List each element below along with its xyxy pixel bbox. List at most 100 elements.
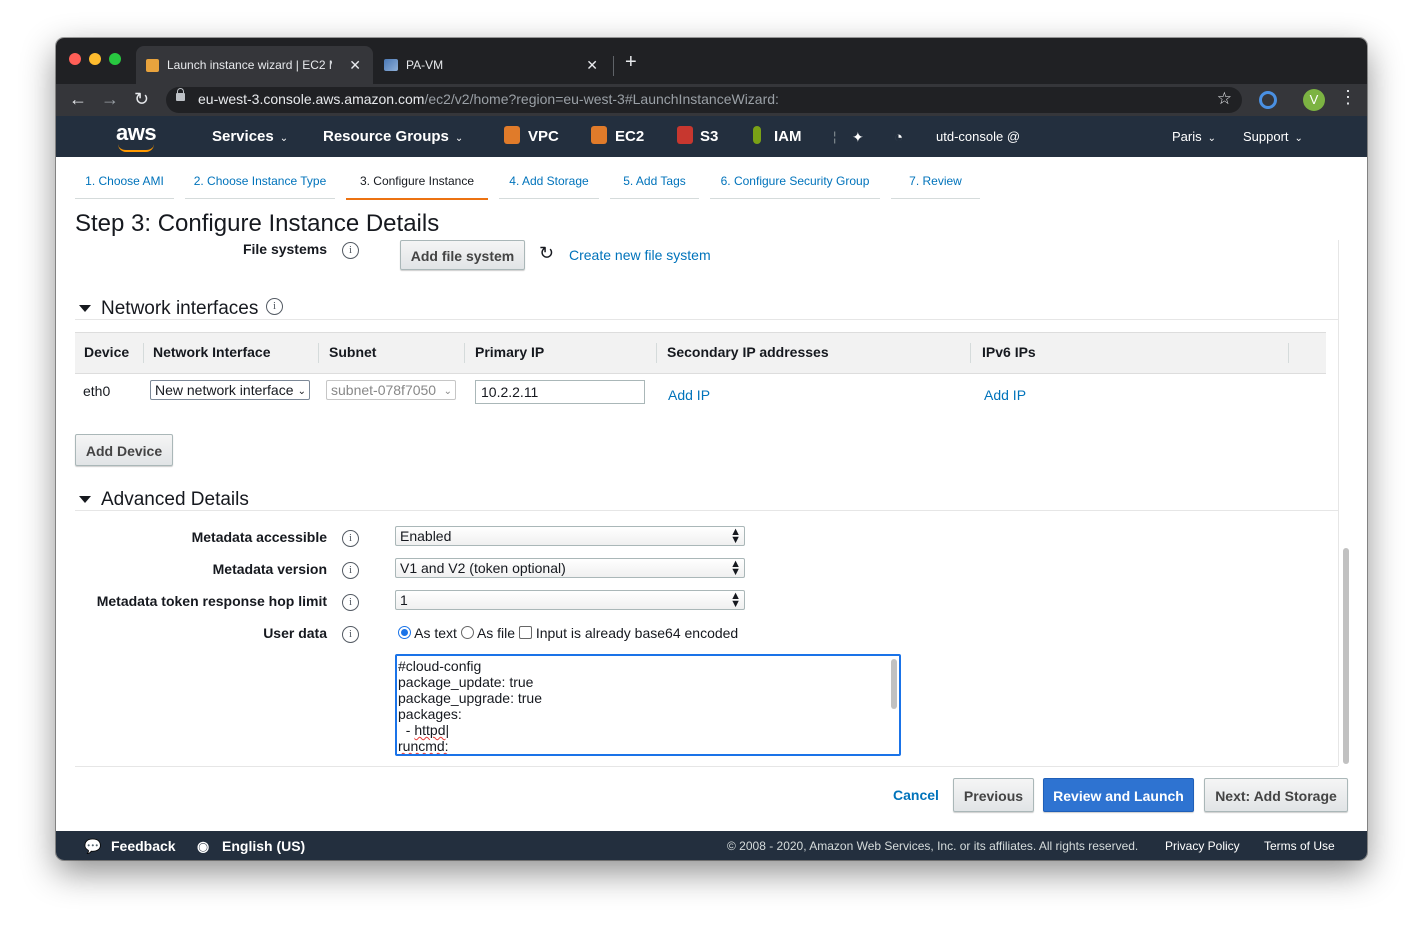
as-text-radio[interactable] bbox=[398, 626, 411, 639]
step-configure-security-group[interactable]: 6. Configure Security Group bbox=[710, 165, 880, 199]
region-menu[interactable]: Paris ⌄ bbox=[1172, 129, 1216, 144]
pin-icon[interactable]: ✦ bbox=[852, 129, 864, 146]
caret-down-icon bbox=[79, 496, 91, 504]
services-menu[interactable]: Services ⌄ bbox=[212, 128, 288, 145]
info-icon[interactable]: i bbox=[342, 562, 359, 579]
aws-logo[interactable]: aws bbox=[116, 120, 157, 146]
profile-avatar[interactable]: V bbox=[1303, 89, 1325, 111]
aws-top-nav: aws Services ⌄ Resource Groups ⌄ VPC EC2 S… bbox=[56, 116, 1367, 157]
support-menu[interactable]: Support ⌄ bbox=[1243, 129, 1303, 144]
account-menu[interactable]: utd-console @ bbox=[936, 129, 1020, 144]
zoom-window-button[interactable] bbox=[109, 53, 121, 65]
forward-arrow-icon[interactable]: → bbox=[101, 89, 119, 110]
metadata-accessible-select[interactable]: Enabled ▲ ▼ bbox=[395, 526, 745, 546]
cancel-link[interactable]: Cancel bbox=[893, 787, 939, 803]
globe-icon[interactable]: ◉ bbox=[197, 838, 209, 855]
new-tab-button[interactable]: + bbox=[625, 51, 637, 74]
refresh-icon[interactable]: ↻ bbox=[539, 243, 554, 264]
tab-title: PA-VM bbox=[406, 58, 444, 72]
bookmark-star-icon[interactable]: ☆ bbox=[1217, 89, 1232, 109]
add-ipv6-link[interactable]: Add IP bbox=[984, 387, 1026, 403]
user-data-options: As text As file Input is already base64 … bbox=[398, 625, 738, 641]
add-device-button[interactable]: Add Device bbox=[75, 434, 173, 466]
column-network-interface: Network Interface bbox=[153, 344, 271, 360]
s3-icon bbox=[677, 126, 693, 144]
ec2-icon bbox=[591, 126, 607, 144]
step-configure-instance[interactable]: 3. Configure Instance bbox=[346, 165, 488, 200]
up-down-arrows-icon: ▲ ▼ bbox=[730, 558, 741, 578]
shortcut-iam[interactable]: IAM bbox=[774, 128, 802, 145]
vpc-icon bbox=[504, 126, 520, 144]
shortcut-s3[interactable]: S3 bbox=[700, 128, 718, 145]
info-icon[interactable]: i bbox=[342, 530, 359, 547]
network-interface-select[interactable]: New network interface ⌄ bbox=[150, 380, 310, 400]
hop-limit-label: Metadata token response hop limit bbox=[96, 593, 327, 609]
advanced-details-section-title[interactable]: Advanced Details bbox=[79, 489, 249, 511]
step-choose-instance-type[interactable]: 2. Choose Instance Type bbox=[185, 165, 335, 199]
user-data-textarea[interactable]: #cloud-config package_update: true packa… bbox=[395, 654, 901, 756]
step-add-storage[interactable]: 4. Add Storage bbox=[499, 165, 599, 199]
previous-button[interactable]: Previous bbox=[953, 778, 1034, 812]
info-icon[interactable]: i bbox=[266, 298, 283, 315]
iam-key-icon bbox=[753, 126, 761, 144]
reload-icon[interactable]: ↻ bbox=[134, 89, 149, 110]
hop-limit-select[interactable]: 1 ▲ ▼ bbox=[395, 590, 745, 610]
chevron-down-icon: ⌄ bbox=[1294, 133, 1303, 144]
terms-of-use-link[interactable]: Terms of Use bbox=[1264, 839, 1335, 853]
divider bbox=[75, 319, 1338, 320]
minimize-window-button[interactable] bbox=[89, 53, 101, 65]
extension-icon[interactable] bbox=[1259, 91, 1277, 109]
resource-groups-menu[interactable]: Resource Groups ⌄ bbox=[323, 128, 463, 145]
feedback-link[interactable]: Feedback bbox=[111, 838, 176, 854]
aws-cube-icon bbox=[146, 58, 159, 72]
page-scrollbar[interactable] bbox=[1343, 548, 1349, 764]
column-device: Device bbox=[84, 344, 130, 360]
review-and-launch-button[interactable]: Review and Launch bbox=[1043, 778, 1194, 812]
info-icon[interactable]: i bbox=[342, 242, 359, 259]
textarea-scrollbar[interactable] bbox=[891, 659, 897, 709]
chevron-down-icon: ⌄ bbox=[1207, 133, 1217, 144]
network-interfaces-section-title[interactable]: Network interfaces bbox=[79, 298, 258, 320]
shortcut-ec2[interactable]: EC2 bbox=[615, 128, 644, 145]
privacy-policy-link[interactable]: Privacy Policy bbox=[1165, 839, 1240, 853]
browser-toolbar: ← → ↻ eu-west-3.console.aws.amazon.com/e… bbox=[56, 84, 1367, 116]
metadata-version-label: Metadata version bbox=[212, 561, 327, 577]
tab-pa-vm[interactable]: PA-VM ✕ bbox=[374, 46, 610, 84]
console-footer: 💬 Feedback ◉ English (US) © 2008 - 2020,… bbox=[56, 831, 1367, 860]
as-file-radio[interactable] bbox=[460, 626, 474, 639]
bell-icon[interactable]: ◔ bbox=[894, 129, 903, 146]
base64-checkbox[interactable] bbox=[518, 626, 532, 639]
step-add-tags[interactable]: 5. Add Tags bbox=[610, 165, 699, 199]
chevron-down-icon: ⌄ bbox=[297, 386, 306, 397]
add-file-system-button[interactable]: Add file system bbox=[400, 240, 525, 270]
aws-smile-logo-mark bbox=[118, 144, 154, 152]
address-bar[interactable]: eu-west-3.console.aws.amazon.com/ec2/v2/… bbox=[166, 87, 1242, 113]
create-file-system-link[interactable]: Create new file system bbox=[569, 247, 711, 263]
chevron-down-icon: ⌄ bbox=[279, 133, 289, 144]
close-icon[interactable]: ✕ bbox=[349, 57, 361, 74]
close-window-button[interactable] bbox=[69, 53, 81, 65]
next-add-storage-button[interactable]: Next: Add Storage bbox=[1204, 778, 1348, 812]
subnet-select[interactable]: subnet-078f7050 ⌄ bbox=[326, 380, 456, 400]
info-icon[interactable]: i bbox=[342, 594, 359, 611]
copyright-text: © 2008 - 2020, Amazon Web Services, Inc.… bbox=[727, 839, 1139, 853]
add-secondary-ip-link[interactable]: Add IP bbox=[668, 387, 710, 403]
feedback-icon[interactable]: 💬 bbox=[84, 838, 101, 855]
info-icon[interactable]: i bbox=[342, 626, 359, 643]
close-icon[interactable]: ✕ bbox=[586, 57, 598, 74]
lock-icon bbox=[176, 88, 185, 101]
shortcut-vpc[interactable]: VPC bbox=[528, 128, 559, 145]
back-arrow-icon[interactable]: ← bbox=[69, 89, 87, 110]
network-interfaces-table-header: Device Network Interface Subnet Primary … bbox=[75, 332, 1326, 374]
column-primary-ip: Primary IP bbox=[475, 344, 545, 360]
language-selector[interactable]: English (US) bbox=[222, 838, 305, 854]
metadata-version-select[interactable]: V1 and V2 (token optional) ▲ ▼ bbox=[395, 558, 745, 578]
tab-strip: Launch instance wizard | EC2 Management … bbox=[56, 38, 1367, 84]
browser-menu-icon[interactable]: ⋮ bbox=[1339, 87, 1357, 108]
tab-launch-wizard[interactable]: Launch instance wizard | EC2 Management … bbox=[136, 46, 373, 84]
step-choose-ami[interactable]: 1. Choose AMI bbox=[75, 165, 174, 199]
step-review[interactable]: 7. Review bbox=[891, 165, 980, 199]
divider bbox=[75, 510, 1338, 511]
content-border bbox=[1338, 240, 1339, 766]
primary-ip-input[interactable]: 10.2.2.11 bbox=[475, 380, 645, 404]
